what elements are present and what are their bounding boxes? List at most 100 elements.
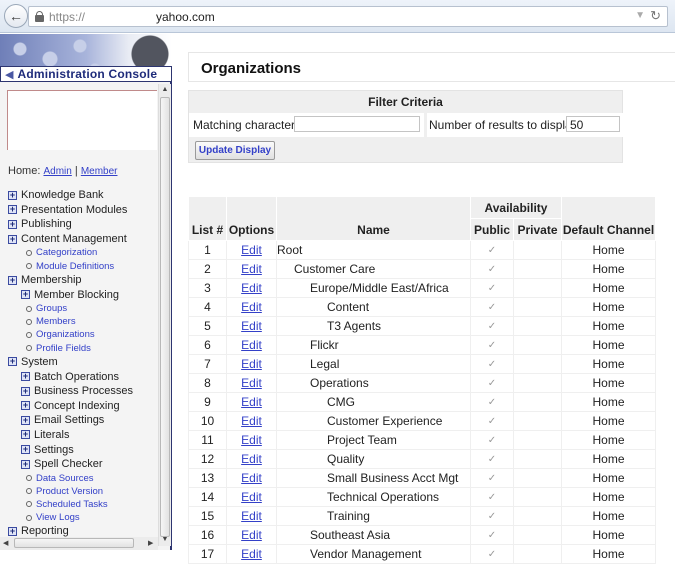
edit-link[interactable]: Edit [241,319,262,333]
list-number-cell: 2 [188,259,227,279]
address-bar[interactable]: https:// yahoo.com ▼ ↻ [28,6,668,27]
sidebar-group[interactable]: + Spell Checker [8,457,156,472]
scroll-down-icon[interactable]: ▼ [159,534,171,546]
sidebar-group[interactable]: + Presentation Modules [8,203,156,218]
sidebar-link[interactable]: Profile Fields [8,342,156,355]
back-button[interactable]: ← [4,4,28,28]
sidebar-group[interactable]: + Member Blocking [8,287,156,302]
edit-link[interactable]: Edit [241,414,262,428]
checkmark-icon: ✓ [487,491,497,503]
checkmark-icon: ✓ [487,415,497,427]
sidebar-group[interactable]: + Literals [8,428,156,443]
expand-plus-icon[interactable]: + [8,234,17,244]
sidebar-group[interactable]: + Email Settings [8,413,156,428]
edit-link[interactable]: Edit [241,547,262,561]
expand-plus-icon[interactable]: + [21,372,30,382]
expand-plus-icon[interactable]: + [8,357,17,367]
sidebar-link[interactable]: Organizations [8,328,156,341]
home-member-link[interactable]: Member [81,166,118,177]
sidebar-group[interactable]: + Publishing [8,217,156,232]
expand-plus-icon[interactable]: + [8,219,17,229]
expand-plus-icon[interactable]: + [21,459,30,469]
options-cell: Edit [226,411,277,431]
scroll-right-icon[interactable]: ▶ [148,537,153,550]
edit-link[interactable]: Edit [241,452,262,466]
name-cell: Customer Care [276,259,471,279]
edit-link[interactable]: Edit [241,509,262,523]
sidebar-item-label: Member Blocking [34,288,119,301]
update-display-button[interactable]: Update Display [195,141,275,160]
sidebar-item-label: Members [36,316,76,328]
name-cell: Operations [276,373,471,393]
dropdown-icon[interactable]: ▼ [635,10,645,21]
hscroll-thumb[interactable] [14,538,134,548]
edit-link[interactable]: Edit [241,490,262,504]
sidebar-link[interactable]: Scheduled Tasks [8,498,156,511]
edit-link[interactable]: Edit [241,433,262,447]
sidebar-group[interactable]: + Membership [8,273,156,288]
sidebar-group[interactable]: + Content Management [8,232,156,247]
sidebar-link[interactable]: Data Sources [8,471,156,484]
filter-panel: Filter Criteria Matching characters Numb… [188,90,624,163]
expand-plus-icon[interactable]: + [21,401,30,411]
header-list-number: List # [188,196,227,241]
sidebar-link[interactable]: Members [8,315,156,328]
edit-link[interactable]: Edit [241,300,262,314]
table-row: 10 Edit Customer Experience ✓ Home [188,411,656,431]
expand-plus-icon[interactable]: + [21,290,30,300]
expand-plus-icon[interactable]: + [8,275,17,285]
header-private: Private [513,218,562,241]
reload-icon[interactable]: ↻ [650,8,661,24]
table-row: 14 Edit Technical Operations ✓ Home [188,487,656,507]
expand-plus-icon[interactable]: + [21,415,30,425]
sidebar-group[interactable]: + Batch Operations [8,369,156,384]
sidebar-horizontal-scrollbar[interactable]: ◀ ▶ [0,537,158,550]
sidebar-link[interactable]: Categorization [8,246,156,259]
sidebar-vertical-scrollbar[interactable]: ▲ ▼ [158,84,171,546]
table-row: 8 Edit Operations ✓ Home [188,373,656,393]
sidebar-group[interactable]: + Knowledge Bank [8,188,156,203]
results-count-input[interactable]: 50 [566,116,620,132]
sidebar-link[interactable]: Product Version [8,485,156,498]
sidebar-textarea[interactable] [7,90,157,150]
edit-link[interactable]: Edit [241,471,262,485]
edit-link[interactable]: Edit [241,395,262,409]
edit-link[interactable]: Edit [241,376,262,390]
scroll-left-icon[interactable]: ◀ [3,537,8,550]
sidebar-group[interactable]: + Concept Indexing [8,398,156,413]
bullet-icon [26,263,32,270]
scroll-thumb[interactable] [160,97,170,537]
edit-link[interactable]: Edit [241,281,262,295]
sidebar-link[interactable]: Module Definitions [8,260,156,273]
sidebar-group[interactable]: + System [8,355,156,370]
edit-link[interactable]: Edit [241,243,262,257]
home-admin-link[interactable]: Admin [43,166,71,177]
options-cell: Edit [226,316,277,336]
expand-plus-icon[interactable]: + [8,526,17,536]
private-cell [513,487,562,507]
expand-plus-icon[interactable]: + [8,205,17,215]
edit-link[interactable]: Edit [241,262,262,276]
console-header[interactable]: ◀ Administration Console [0,66,172,82]
edit-link[interactable]: Edit [241,357,262,371]
expand-plus-icon[interactable]: + [8,190,17,200]
sidebar-link[interactable]: View Logs [8,511,156,524]
edit-link[interactable]: Edit [241,528,262,542]
matching-characters-input[interactable] [294,116,420,132]
private-cell [513,373,562,393]
sidebar-link[interactable]: Groups [8,302,156,315]
sidebar-group[interactable]: + Settings [8,442,156,457]
expand-plus-icon[interactable]: + [21,430,30,440]
edit-link[interactable]: Edit [241,338,262,352]
org-name: Training [327,509,370,523]
default-channel-cell: Home [561,373,656,393]
expand-plus-icon[interactable]: + [21,445,30,455]
org-name: Customer Experience [327,414,443,428]
scroll-up-icon[interactable]: ▲ [159,84,171,96]
url-scheme: https:// [49,10,86,24]
org-name: T3 Agents [327,319,382,333]
name-cell: Training [276,506,471,526]
expand-plus-icon[interactable]: + [21,386,30,396]
sidebar-group[interactable]: + Business Processes [8,384,156,399]
main-content: Organizations Filter Criteria Matching c… [174,34,675,564]
